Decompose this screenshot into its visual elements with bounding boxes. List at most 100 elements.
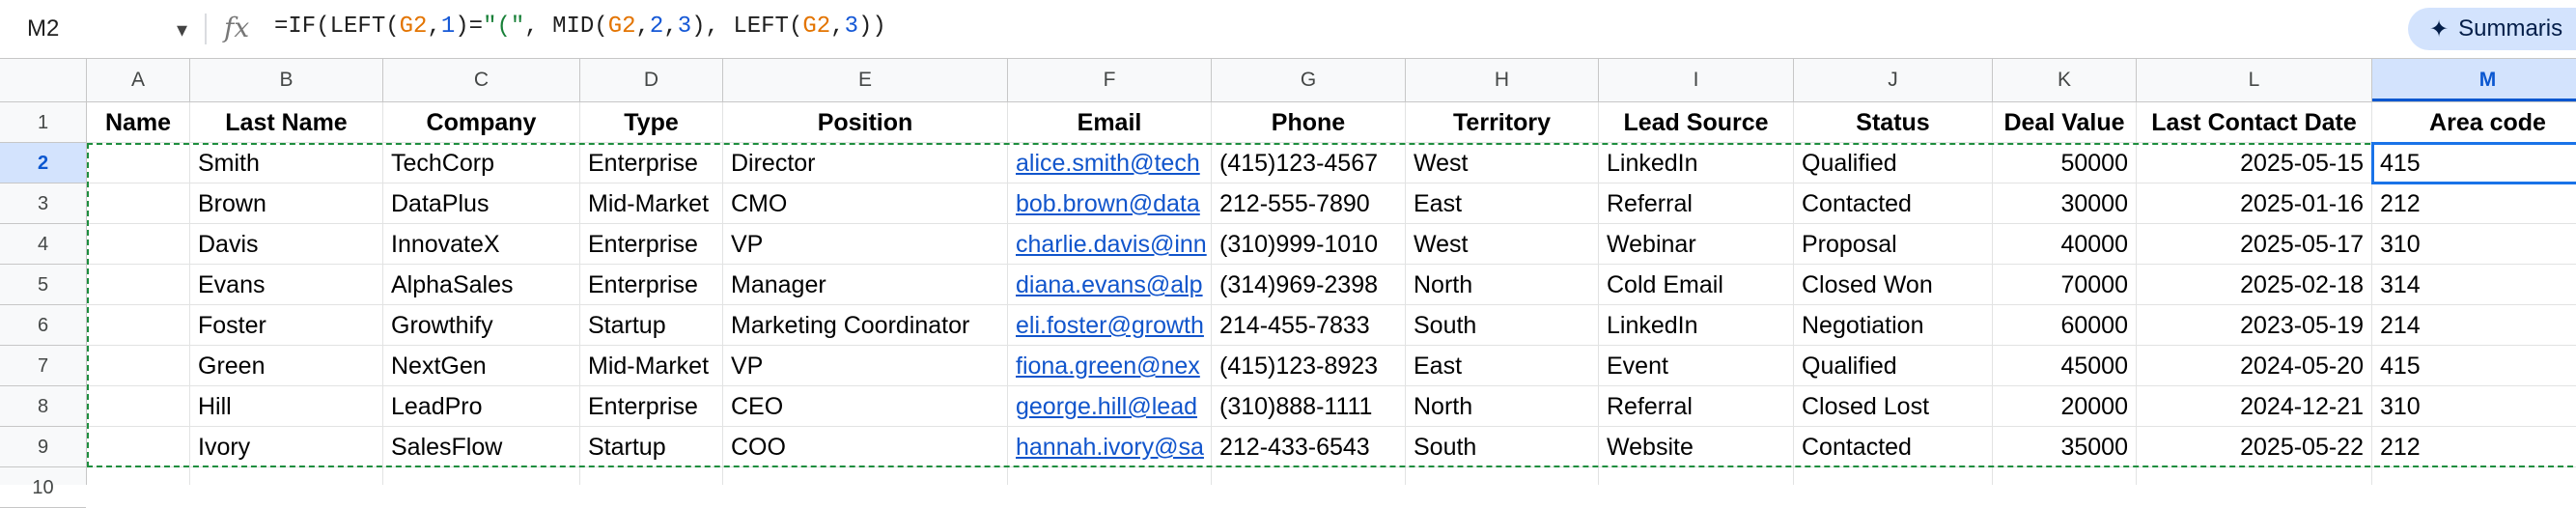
cell-l9[interactable]: 2025-05-22 [2137, 427, 2372, 467]
cell-a1[interactable]: Name [87, 102, 190, 143]
cell-e10[interactable] [723, 467, 1008, 485]
cell-l3[interactable]: 2025-01-16 [2137, 183, 2372, 224]
row-header-2[interactable]: 2 [0, 143, 86, 183]
cell-b2[interactable]: Smith [190, 143, 383, 183]
column-header-b[interactable]: B [190, 59, 383, 101]
cell-e9[interactable]: COO [723, 427, 1008, 467]
cell-f2[interactable]: alice.smith@tech [1008, 143, 1212, 183]
cell-j8[interactable]: Closed Lost [1794, 386, 1993, 427]
cell-i8[interactable]: Referral [1599, 386, 1794, 427]
cell-m2[interactable]: 415 [2372, 143, 2576, 183]
cell-m6[interactable]: 214 [2372, 305, 2576, 346]
cell-c1[interactable]: Company [383, 102, 580, 143]
cell-d1[interactable]: Type [580, 102, 723, 143]
cell-k1[interactable]: Deal Value [1993, 102, 2137, 143]
sheet-grid[interactable]: 212 2025-05-22 35000 Contacted Website South 2… [87, 102, 2576, 485]
cell-f5[interactable]: diana.evans@alp [1008, 265, 1212, 305]
column-header-i[interactable]: I [1599, 59, 1794, 101]
cell-h1[interactable]: Territory [1406, 102, 1599, 143]
cell-d4[interactable]: Enterprise [580, 224, 723, 265]
cell-g10[interactable] [1212, 467, 1406, 485]
cell-k6[interactable]: 60000 [1993, 305, 2137, 346]
cell-k10[interactable] [1993, 467, 2137, 485]
cell-b9[interactable]: Ivory [190, 427, 383, 467]
cell-c9[interactable]: SalesFlow [383, 427, 580, 467]
column-header-l[interactable]: L [2137, 59, 2372, 101]
cell-j10[interactable] [1794, 467, 1993, 485]
cell-a5[interactable] [87, 265, 190, 305]
cell-j4[interactable]: Proposal [1794, 224, 1993, 265]
cell-b10[interactable] [190, 467, 383, 485]
cell-h8[interactable]: North [1406, 386, 1599, 427]
row-header-7[interactable]: 7 [0, 346, 86, 386]
column-header-j[interactable]: J [1794, 59, 1993, 101]
cell-d6[interactable]: Startup [580, 305, 723, 346]
cell-g5[interactable]: (314)969-2398 [1212, 265, 1406, 305]
cell-k7[interactable]: 45000 [1993, 346, 2137, 386]
cell-e3[interactable]: CMO [723, 183, 1008, 224]
cell-d8[interactable]: Enterprise [580, 386, 723, 427]
cell-h7[interactable]: East [1406, 346, 1599, 386]
cell-j2[interactable]: Qualified [1794, 143, 1993, 183]
cell-l1[interactable]: Last Contact Date [2137, 102, 2372, 143]
column-header-e[interactable]: E [723, 59, 1008, 101]
cell-h5[interactable]: North [1406, 265, 1599, 305]
cell-d5[interactable]: Enterprise [580, 265, 723, 305]
cell-e4[interactable]: VP [723, 224, 1008, 265]
cell-i2[interactable]: LinkedIn [1599, 143, 1794, 183]
cell-l7[interactable]: 2024-05-20 [2137, 346, 2372, 386]
cell-j1[interactable]: Status [1794, 102, 1993, 143]
cell-i6[interactable]: LinkedIn [1599, 305, 1794, 346]
cell-k3[interactable]: 30000 [1993, 183, 2137, 224]
cell-m3[interactable]: 212 [2372, 183, 2576, 224]
cell-b8[interactable]: Hill [190, 386, 383, 427]
cell-c7[interactable]: NextGen [383, 346, 580, 386]
cell-f9[interactable]: hannah.ivory@sa [1008, 427, 1212, 467]
cell-g7[interactable]: (415)123-8923 [1212, 346, 1406, 386]
column-header-m[interactable]: M [2372, 59, 2576, 101]
cell-d7[interactable]: Mid-Market [580, 346, 723, 386]
cell-g6[interactable]: 214-455-7833 [1212, 305, 1406, 346]
row-header-3[interactable]: 3 [0, 183, 86, 224]
cell-b4[interactable]: Davis [190, 224, 383, 265]
cell-j5[interactable]: Closed Won [1794, 265, 1993, 305]
column-header-k[interactable]: K [1993, 59, 2137, 101]
cell-g4[interactable]: (310)999-1010 [1212, 224, 1406, 265]
cell-a4[interactable] [87, 224, 190, 265]
cell-l6[interactable]: 2023-05-19 [2137, 305, 2372, 346]
cell-f7[interactable]: fiona.green@nex [1008, 346, 1212, 386]
column-header-c[interactable]: C [383, 59, 580, 101]
row-header-10[interactable]: 10 [0, 467, 86, 508]
cell-e5[interactable]: Manager [723, 265, 1008, 305]
cell-c2[interactable]: TechCorp [383, 143, 580, 183]
cell-i4[interactable]: Webinar [1599, 224, 1794, 265]
cell-d10[interactable] [580, 467, 723, 485]
cell-j3[interactable]: Contacted [1794, 183, 1993, 224]
cell-m8[interactable]: 310 [2372, 386, 2576, 427]
cell-g2[interactable]: (415)123-4567 [1212, 143, 1406, 183]
cell-g9[interactable]: 212-433-6543 [1212, 427, 1406, 467]
name-box[interactable]: M2 ▾ [14, 10, 193, 48]
cell-c8[interactable]: LeadPro [383, 386, 580, 427]
cell-f3[interactable]: bob.brown@data [1008, 183, 1212, 224]
cell-e2[interactable]: Director [723, 143, 1008, 183]
cell-a8[interactable] [87, 386, 190, 427]
cell-l2[interactable]: 2025-05-15 [2137, 143, 2372, 183]
cell-l8[interactable]: 2024-12-21 [2137, 386, 2372, 427]
cell-m10[interactable] [2372, 467, 2576, 485]
summarize-button[interactable]: ✦ Summaris [2408, 8, 2576, 50]
cell-l10[interactable] [2137, 467, 2372, 485]
cell-b6[interactable]: Foster [190, 305, 383, 346]
cell-i7[interactable]: Event [1599, 346, 1794, 386]
cell-f8[interactable]: george.hill@lead [1008, 386, 1212, 427]
column-header-d[interactable]: D [580, 59, 723, 101]
cell-i9[interactable]: Website [1599, 427, 1794, 467]
cell-m5[interactable]: 314 [2372, 265, 2576, 305]
cell-e6[interactable]: Marketing Coordinator [723, 305, 1008, 346]
cell-k8[interactable]: 20000 [1993, 386, 2137, 427]
select-all-corner[interactable] [0, 59, 87, 101]
cell-c3[interactable]: DataPlus [383, 183, 580, 224]
row-header-1[interactable]: 1 [0, 102, 86, 143]
cell-f10[interactable] [1008, 467, 1212, 485]
cell-i1[interactable]: Lead Source [1599, 102, 1794, 143]
